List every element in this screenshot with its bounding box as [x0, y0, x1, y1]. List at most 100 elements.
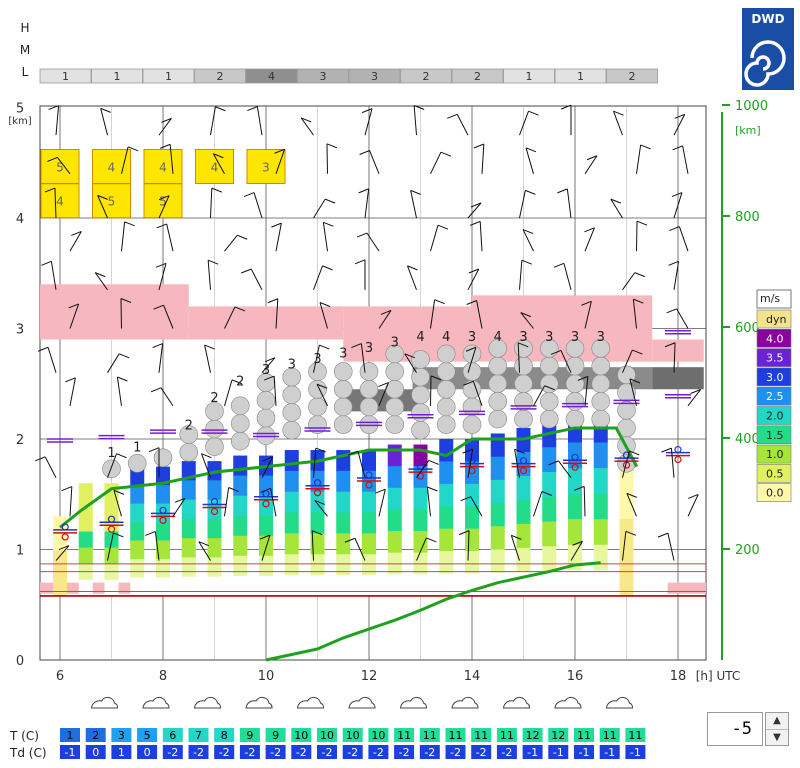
alto-cloud-label: 5 [108, 195, 116, 209]
thermal-segment [181, 480, 196, 501]
ltq-low [667, 582, 706, 594]
thermal-segment [233, 515, 248, 537]
cumulus-cloud [359, 379, 379, 399]
cumulus-cloud [565, 356, 585, 376]
cumulus-count-label: 4 [442, 330, 450, 345]
t-value: 5 [144, 729, 151, 742]
cumulus-cloud [539, 374, 559, 394]
td-value: -1 [65, 746, 76, 759]
legend-title: m/s [760, 292, 780, 305]
cumulus-cloud [411, 367, 430, 387]
thermal-segment [362, 450, 376, 472]
y-tick-label: 3 [16, 323, 24, 338]
cumulus-cloud [411, 420, 430, 440]
cloud-outline [296, 696, 324, 709]
td-value: -2 [219, 746, 230, 759]
low-cloud-value: 4 [268, 70, 275, 83]
td-value: 0 [92, 746, 99, 759]
thermal-segment [104, 515, 119, 533]
t-value: 9 [272, 729, 279, 742]
td-value: -2 [193, 746, 204, 759]
thermal-segment [490, 526, 505, 550]
thermal-segment [130, 558, 145, 578]
thermal-segment [78, 515, 93, 533]
thermal-segment [593, 493, 608, 520]
stepper-up-icon[interactable]: ▲ [766, 713, 788, 730]
weather-cloud-icon [605, 696, 633, 709]
t-value: 11 [474, 729, 488, 742]
thermal-segment [542, 546, 557, 572]
cumulus-cloud [565, 409, 585, 429]
dwd-logo-text: DWD [751, 12, 784, 26]
stepper-down-icon[interactable]: ▼ [766, 730, 788, 746]
thermal-segment [387, 574, 402, 597]
cumulus-cloud [411, 385, 430, 405]
thermal-segment [439, 528, 454, 552]
td-value: -2 [450, 746, 461, 759]
low-cloud-value: 2 [423, 70, 430, 83]
cumulus-cloud [591, 374, 611, 394]
low-cloud-value: 2 [217, 70, 224, 83]
thermal-segment [568, 493, 582, 520]
cloud-outline [142, 696, 170, 709]
thermal-segment [387, 466, 402, 489]
legend-label: 3.5 [766, 352, 784, 365]
alto-cloud-label: 4 [211, 160, 219, 174]
thermal-bar [619, 461, 634, 597]
ltq-layer [188, 306, 344, 340]
thermal-segment [516, 499, 531, 525]
thermal-segment [490, 549, 505, 574]
cumulus-cloud [436, 344, 456, 364]
alto-cloud-label: 4 [56, 195, 64, 209]
t-value: 11 [500, 729, 514, 742]
thermal-segment [465, 551, 479, 574]
thermal-segment [362, 491, 376, 514]
td-value: -2 [167, 746, 178, 759]
thermal-segment [78, 579, 93, 597]
cumulus-cloud [411, 403, 430, 422]
cumulus-cloud [333, 379, 353, 399]
thermal-segment [387, 509, 402, 532]
cloud-outline [605, 696, 633, 709]
td-value: -2 [270, 746, 281, 759]
cumulus-cloud [179, 442, 199, 462]
thermal-segment [207, 538, 222, 558]
right-tick-label: 600 [735, 321, 760, 336]
cumulus-cloud [591, 392, 611, 411]
t-value: 1 [67, 729, 74, 742]
thermal-segment [542, 447, 557, 473]
thermal-segment [516, 547, 531, 573]
barb-staff [120, 298, 122, 329]
thermal-segment [156, 577, 170, 597]
low-cloud-value: 3 [320, 70, 327, 83]
legend-label: 2.0 [766, 410, 784, 423]
thermal-segment [413, 574, 428, 597]
alto-cloud-label: 4 [159, 160, 167, 174]
thermal-segment [181, 557, 196, 578]
offset-input[interactable]: -5 [707, 712, 763, 746]
low-cloud-value: 1 [577, 70, 584, 83]
thermal-segment [490, 456, 505, 481]
cumulus-cloud [565, 392, 585, 411]
cumulus-cloud [488, 356, 508, 376]
thermal-segment [259, 555, 273, 577]
thermal-segment [490, 479, 505, 504]
cumulus-cloud [230, 431, 250, 451]
t-value: 11 [628, 729, 642, 742]
cumulus-cloud [436, 397, 456, 417]
thermal-bar [310, 450, 325, 597]
thermal-bar [593, 416, 608, 597]
thermal-segment [542, 571, 557, 597]
offset-stepper[interactable]: ▲ ▼ [765, 712, 789, 746]
thermal-segment [130, 540, 145, 560]
td-value: -1 [553, 746, 564, 759]
t-value: 10 [371, 729, 385, 742]
thermal-segment [104, 547, 119, 565]
x-tick-label: 8 [159, 669, 167, 684]
thermal-bar [413, 444, 428, 597]
weather-cloud-icon [142, 696, 170, 709]
thermal-segment [619, 576, 634, 597]
t-value: 11 [397, 729, 411, 742]
y-tick-label: 1 [16, 544, 24, 559]
cumulus-cloud [462, 362, 482, 381]
